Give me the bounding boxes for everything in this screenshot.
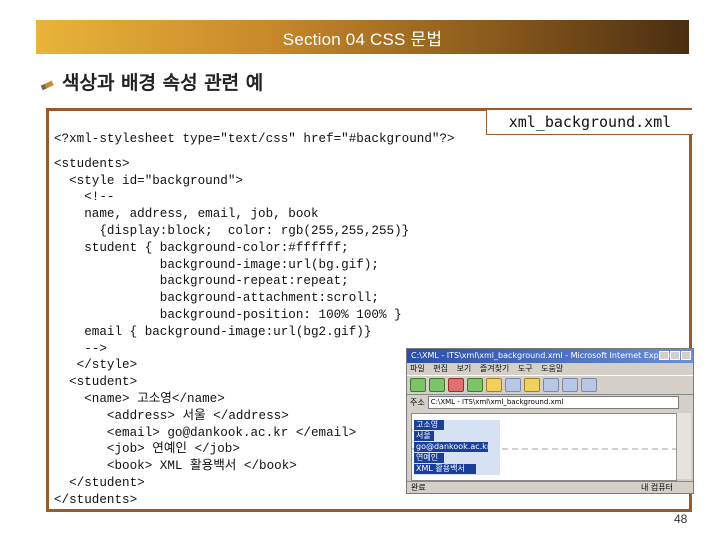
- close-icon[interactable]: [681, 351, 691, 360]
- xml-code-block: <?xml-stylesheet type="text/css" href="#…: [54, 131, 455, 509]
- status-bar: 완료 내 컴퓨터: [407, 481, 693, 493]
- minimize-icon[interactable]: [659, 351, 669, 360]
- maximize-icon[interactable]: [670, 351, 680, 360]
- code-line: name, address, email, job, book: [54, 207, 319, 222]
- rendered-book: XML 활용백서: [414, 464, 476, 474]
- code-line: background-image:url(bg.gif);: [54, 257, 379, 272]
- history-icon[interactable]: [543, 378, 559, 392]
- code-line: email { background-image:url(bg2.gif)}: [54, 324, 372, 339]
- code-line: background-position: 100% 100% }: [54, 307, 402, 322]
- section-banner: Section 04 CSS 문법: [36, 20, 689, 54]
- code-line: background-repeat:repeat;: [54, 274, 349, 289]
- menu-file[interactable]: 파일: [410, 364, 425, 373]
- favorites-icon[interactable]: [524, 378, 540, 392]
- zone-text: 내 컴퓨터: [641, 483, 673, 492]
- stop-icon[interactable]: [448, 378, 464, 392]
- rendered-name: 고소영: [414, 420, 444, 430]
- print-icon[interactable]: [581, 378, 597, 392]
- section-title: Section 04 CSS 문법: [282, 29, 443, 49]
- browser-title-bar: C:\XML - ITS\xml\xml_background.xml - Mi…: [407, 349, 693, 363]
- code-line: <job> 연예인 </job>: [54, 442, 240, 457]
- code-line: -->: [54, 341, 107, 356]
- menu-edit[interactable]: 편집: [433, 364, 448, 373]
- refresh-icon[interactable]: [467, 378, 483, 392]
- vertical-scrollbar[interactable]: [676, 413, 691, 479]
- status-text: 완료: [411, 483, 426, 492]
- browser-window-screenshot: C:\XML - ITS\xml\xml_background.xml - Mi…: [406, 348, 694, 494]
- address-input[interactable]: C:\XML - ITS\xml\xml_background.xml: [427, 395, 679, 409]
- code-line: <style id="background">: [54, 173, 243, 188]
- page-number: 48: [674, 512, 688, 526]
- browser-toolbar: [407, 375, 693, 395]
- menu-favorites[interactable]: 즐겨찾기: [480, 364, 509, 373]
- rendered-student-record: 고소영 서울 go@dankook.ac.kr 연예인 XML 활용백서: [414, 420, 500, 475]
- menu-help[interactable]: 도움말: [541, 364, 563, 373]
- pencil-bullet-icon: [40, 74, 56, 90]
- back-icon[interactable]: [410, 378, 426, 392]
- menu-tools[interactable]: 도구: [518, 364, 533, 373]
- browser-menu-bar: 파일 편집 보기 즐겨찾기 도구 도움말: [407, 363, 693, 375]
- menu-view[interactable]: 보기: [457, 364, 472, 373]
- code-line: {display:block; color: rgb(255,255,255)}: [54, 223, 410, 238]
- code-line: student { background-color:#ffffff;: [54, 240, 349, 255]
- code-line: <students>: [54, 156, 130, 171]
- file-name-label: xml_background.xml: [486, 110, 693, 135]
- code-line: </style>: [54, 358, 138, 373]
- search-icon[interactable]: [505, 378, 521, 392]
- forward-icon[interactable]: [429, 378, 445, 392]
- code-line: <?xml-stylesheet type="text/css" href="#…: [54, 132, 455, 146]
- code-line: </students>: [54, 492, 138, 507]
- rendered-job: 연예인: [414, 453, 444, 463]
- browser-title: C:\XML - ITS\xml\xml_background.xml - Mi…: [411, 351, 678, 360]
- address-bar: 주소 C:\XML - ITS\xml\xml_background.xml: [407, 395, 693, 409]
- code-line: <email> go@dankook.ac.kr </email>: [54, 425, 357, 440]
- code-line: <!--: [54, 190, 115, 205]
- code-line: background-attachment:scroll;: [54, 291, 379, 306]
- browser-viewport: 고소영 서울 go@dankook.ac.kr 연예인 XML 활용백서: [411, 413, 677, 481]
- home-icon[interactable]: [486, 378, 502, 392]
- heading-text: 색상과 배경 속성 관련 예: [62, 72, 264, 94]
- rendered-address: 서울: [414, 431, 434, 441]
- address-label: 주소: [410, 397, 425, 407]
- code-line: <address> 서울 </address>: [54, 408, 289, 423]
- slide-heading: 색상과 배경 속성 관련 예: [40, 68, 263, 95]
- mail-icon[interactable]: [562, 378, 578, 392]
- rendered-email: go@dankook.ac.kr: [414, 442, 488, 452]
- window-controls: [659, 351, 691, 360]
- code-line: <name> 고소영</name>: [54, 391, 225, 406]
- code-line: <student>: [54, 375, 138, 390]
- code-line: <book> XML 활용백서 </book>: [54, 459, 297, 474]
- code-line: </student>: [54, 475, 145, 490]
